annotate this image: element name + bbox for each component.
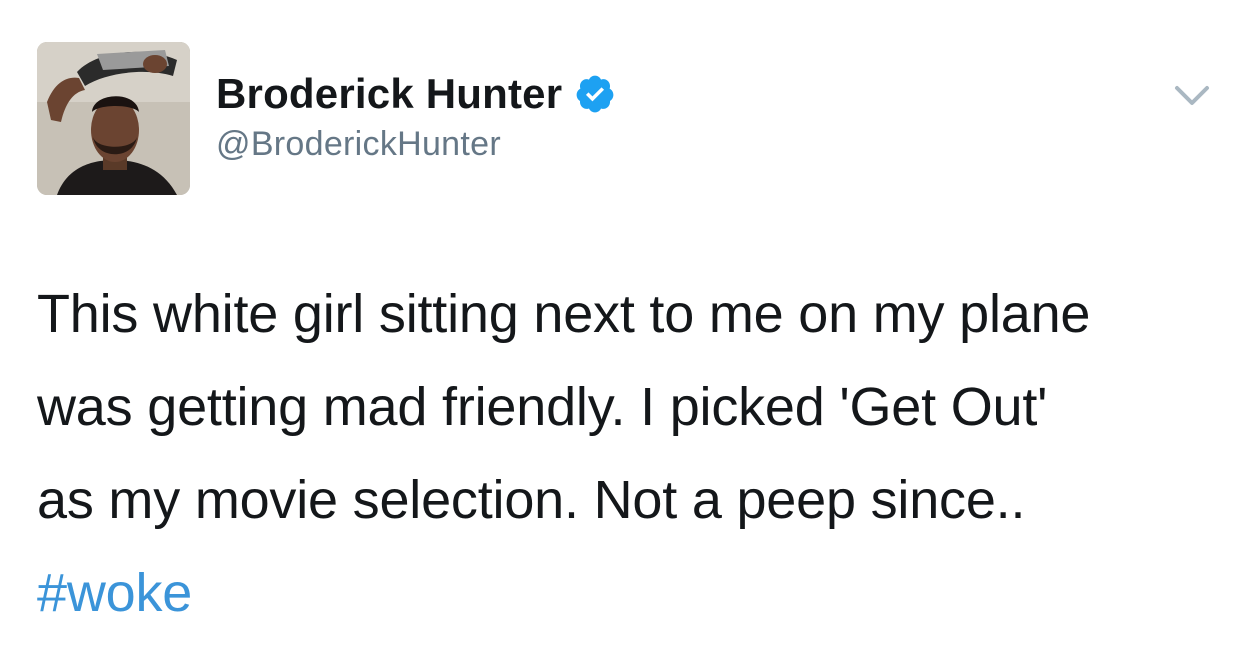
- avatar-photo: [37, 42, 190, 195]
- avatar[interactable]: [37, 42, 190, 195]
- hashtag-link[interactable]: #woke: [37, 547, 1227, 640]
- author-display-name[interactable]: Broderick Hunter: [216, 68, 562, 120]
- verified-badge-icon: [574, 73, 616, 115]
- author-handle[interactable]: @BroderickHunter: [216, 122, 616, 166]
- tweet-card: Broderick Hunter @BroderickHunter This w…: [0, 0, 1242, 650]
- tweet-text-line: was getting mad friendly. I picked 'Get …: [37, 377, 1048, 437]
- tweet-text-line: This white girl sitting next to me on my…: [37, 284, 1091, 344]
- chevron-down-icon[interactable]: [1172, 82, 1212, 110]
- tweet-text: This white girl sitting next to me on my…: [37, 268, 1227, 640]
- tweet-text-line: as my movie selection. Not a peep since.…: [37, 470, 1026, 530]
- name-row: Broderick Hunter: [216, 68, 616, 120]
- author-header: Broderick Hunter @BroderickHunter: [216, 68, 616, 166]
